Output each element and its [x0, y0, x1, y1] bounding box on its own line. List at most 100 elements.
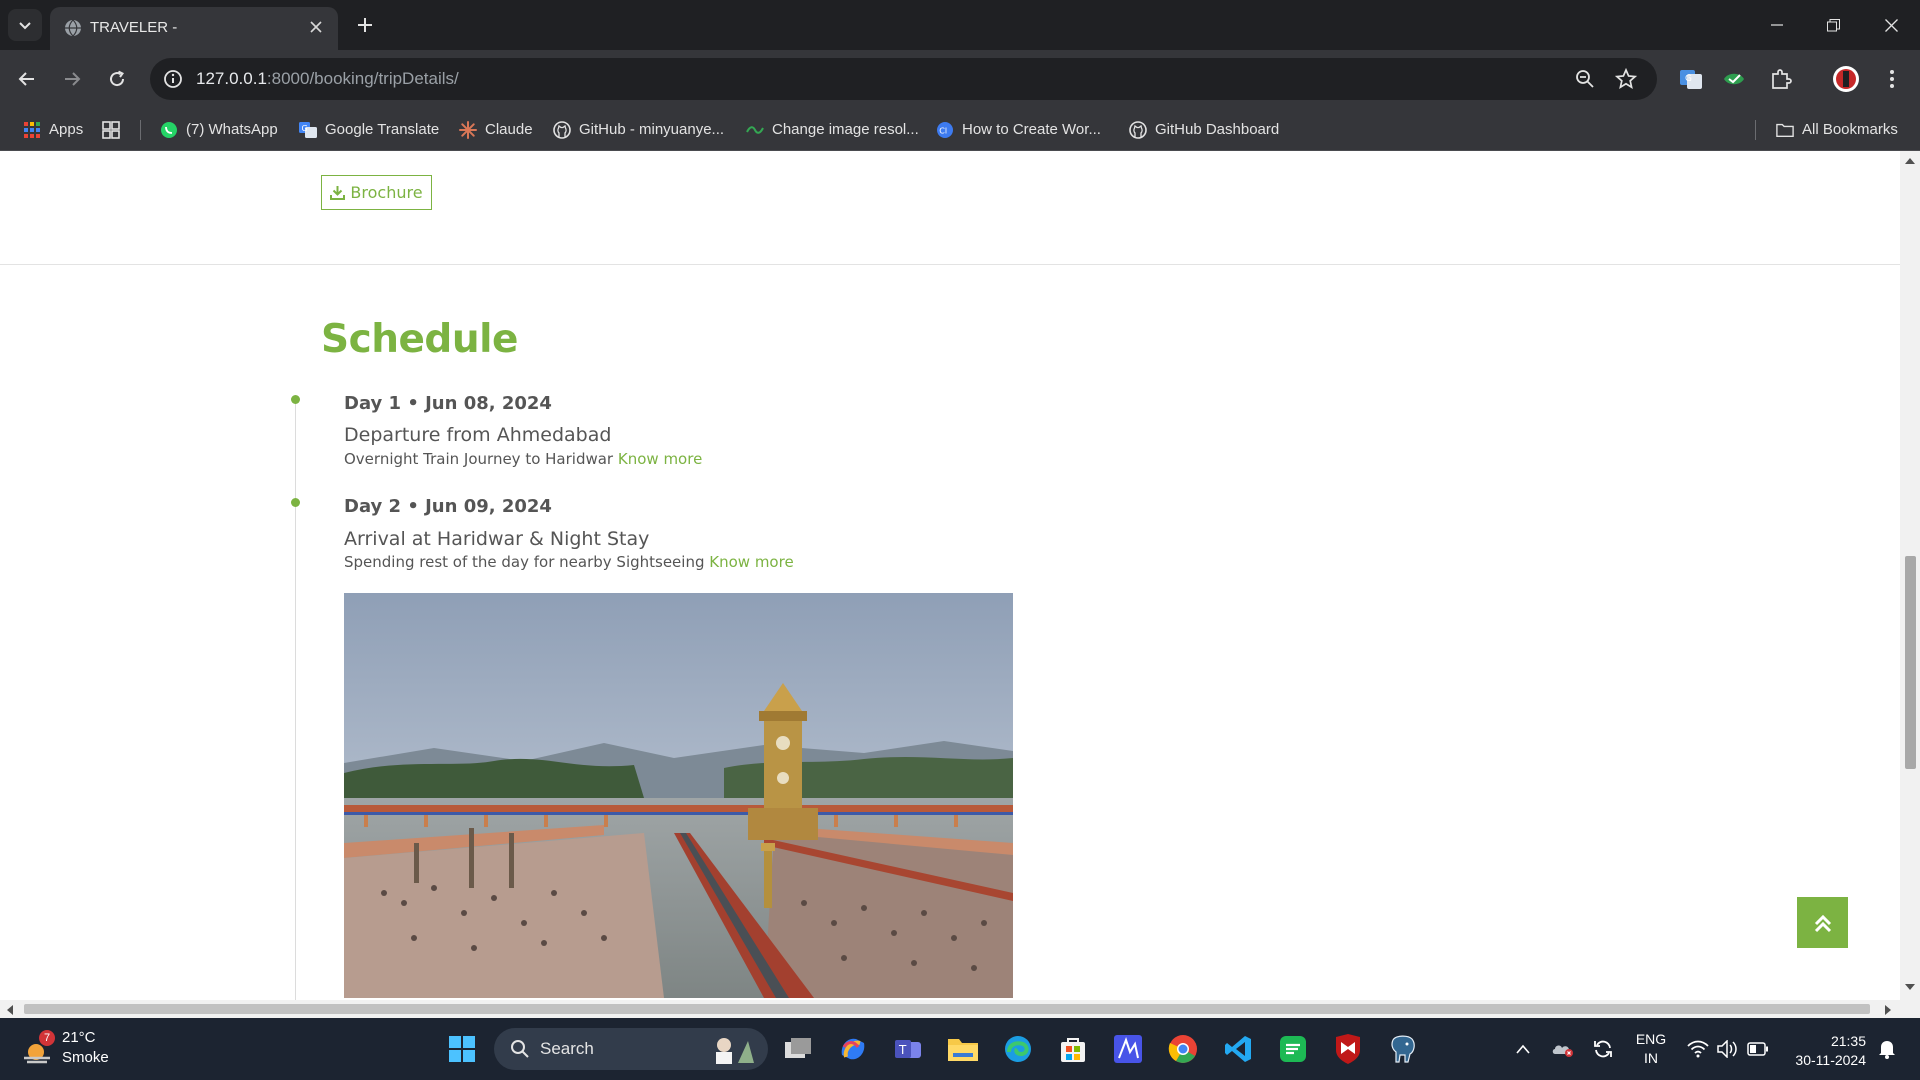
scroll-up-icon[interactable]	[1905, 157, 1915, 165]
new-tab-button[interactable]	[352, 12, 378, 38]
show-hidden-icons-button[interactable]	[1508, 1018, 1538, 1080]
day-1-know-more-link[interactable]: Know more	[618, 450, 702, 468]
taskbar-search-box[interactable]: Search	[494, 1028, 768, 1070]
site-info-icon[interactable]	[162, 68, 184, 90]
bookmark-whatsapp[interactable]: (7) WhatsApp	[160, 108, 278, 151]
onedrive-status-icon[interactable]	[1548, 1018, 1578, 1080]
edge-button[interactable]	[1000, 1031, 1036, 1067]
vertical-scrollbar[interactable]	[1900, 151, 1920, 1018]
language-indicator[interactable]: ENG IN	[1626, 1018, 1676, 1080]
postgres-button[interactable]	[1385, 1031, 1421, 1067]
shield-extension-icon[interactable]	[1718, 63, 1750, 95]
back-button[interactable]	[11, 63, 43, 95]
store-icon	[1061, 1038, 1085, 1062]
scroll-right-icon[interactable]	[1884, 1005, 1892, 1015]
url-text[interactable]: 127.0.0.1:8000/booking/tripDetails/	[196, 69, 459, 89]
copilot-icon	[841, 1038, 865, 1060]
teams-icon: T	[895, 1040, 921, 1058]
start-button[interactable]	[444, 1031, 480, 1067]
bookmark-separator	[140, 120, 141, 140]
weather-widget[interactable]: 7 21°C Smoke	[22, 1028, 109, 1068]
minimize-button[interactable]	[1754, 0, 1800, 50]
tab-groups-icon	[102, 120, 120, 139]
url-host: 127.0.0.1	[196, 69, 267, 88]
mcafee-button[interactable]	[1330, 1031, 1366, 1067]
bookmark-change-image[interactable]: Change image resol...	[746, 108, 919, 151]
search-highlight-illustration-icon	[716, 1038, 754, 1064]
tab-search-button[interactable]	[8, 9, 42, 41]
bookmark-github-minyuanye[interactable]: GitHub - minyuanye...	[553, 108, 724, 151]
chat-app-button[interactable]	[1275, 1031, 1311, 1067]
svg-text:T: T	[898, 1043, 907, 1057]
browser-menu-icon[interactable]	[1876, 63, 1908, 95]
bookmark-google-translate[interactable]: G Google Translate	[299, 108, 439, 151]
day-2-know-more-link[interactable]: Know more	[709, 553, 793, 571]
profile-avatar-icon[interactable]	[1830, 63, 1862, 95]
clock-time: 21:35	[1830, 1033, 1866, 1049]
back-to-top-button[interactable]	[1797, 897, 1848, 948]
weather-icon: 7	[22, 1030, 55, 1066]
scroll-down-icon[interactable]	[1905, 983, 1915, 991]
bookmark-label: Claude	[485, 121, 533, 138]
day-1-desc-text: Overnight Train Journey to Haridwar	[344, 450, 614, 468]
vscode-icon	[1225, 1036, 1251, 1062]
translate-extension-icon[interactable]: G	[1675, 63, 1707, 95]
close-tab-icon[interactable]	[304, 15, 328, 39]
timeline-dot	[291, 498, 300, 507]
bookmark-claude[interactable]: Claude	[459, 108, 533, 151]
address-bar[interactable]: 127.0.0.1:8000/booking/tripDetails/	[150, 58, 1657, 100]
bookmark-how-to-create[interactable]: Cl How to Create Wor...	[936, 108, 1101, 151]
bookmark-label: How to Create Wor...	[962, 121, 1101, 138]
notification-bell-icon[interactable]	[1872, 1018, 1902, 1080]
vertical-scroll-thumb[interactable]	[1905, 556, 1916, 769]
restore-button[interactable]	[1810, 0, 1856, 50]
battery-icon[interactable]	[1744, 1018, 1772, 1080]
bookmark-label: GitHub - minyuanye...	[579, 121, 725, 138]
horizontal-scrollbar[interactable]	[0, 1000, 1900, 1018]
tab-strip: TRAVELER -	[0, 0, 1920, 50]
close-window-button[interactable]	[1868, 0, 1914, 50]
bookmark-github-dashboard[interactable]: GitHub Dashboard	[1129, 108, 1279, 151]
bookmarks-bar: Apps (7) WhatsApp G Google Translate Cla…	[0, 108, 1920, 151]
microsoft-store-button[interactable]	[1055, 1031, 1091, 1067]
temperature: 21°C	[62, 1029, 96, 1046]
copilot-button[interactable]	[835, 1031, 871, 1067]
download-icon	[330, 186, 346, 200]
github-icon	[553, 120, 571, 139]
github-icon	[1129, 120, 1147, 139]
bookmark-star-icon[interactable]	[1615, 68, 1637, 90]
scroll-left-icon[interactable]	[6, 1005, 14, 1015]
bookmark-apps[interactable]: Apps	[23, 108, 83, 151]
claude-sunburst-icon	[459, 120, 477, 139]
blue-circle-icon: Cl	[936, 121, 954, 139]
active-tab[interactable]: TRAVELER -	[50, 7, 338, 50]
task-view-button[interactable]	[780, 1031, 816, 1067]
brochure-download-button[interactable]: Brochure	[321, 175, 432, 210]
system-clock[interactable]: 21:35 30-11-2024	[1776, 1032, 1866, 1070]
volume-icon[interactable]	[1714, 1018, 1742, 1080]
bookmark-tab-groups[interactable]	[102, 108, 120, 151]
zoom-icon[interactable]	[1574, 68, 1596, 90]
bookmark-label: (7) WhatsApp	[186, 121, 278, 138]
wifi-icon[interactable]	[1684, 1018, 1712, 1080]
reload-icon	[110, 70, 125, 87]
all-bookmarks-button[interactable]: All Bookmarks	[1776, 108, 1898, 151]
reload-button[interactable]	[101, 63, 133, 95]
edge-icon	[1005, 1036, 1031, 1062]
horizontal-scroll-thumb[interactable]	[24, 1004, 1870, 1014]
sync-status-icon[interactable]	[1588, 1018, 1618, 1080]
arrow-right-icon	[65, 72, 81, 86]
forward-button[interactable]	[56, 63, 88, 95]
extensions-puzzle-icon[interactable]	[1765, 63, 1797, 95]
brochure-label: Brochure	[350, 183, 423, 202]
teams-button[interactable]: T	[890, 1031, 926, 1067]
bookmark-label: Google Translate	[325, 121, 440, 138]
bookmark-label: GitHub Dashboard	[1155, 121, 1280, 138]
day-1-title: Departure from Ahmedabad	[344, 424, 612, 446]
file-explorer-button[interactable]	[945, 1031, 981, 1067]
chrome-button[interactable]	[1165, 1031, 1201, 1067]
arrow-left-icon	[18, 72, 34, 86]
vscode-button[interactable]	[1220, 1031, 1256, 1067]
haridwar-ghat-photo	[344, 593, 1013, 998]
math-app-button[interactable]	[1110, 1031, 1146, 1067]
